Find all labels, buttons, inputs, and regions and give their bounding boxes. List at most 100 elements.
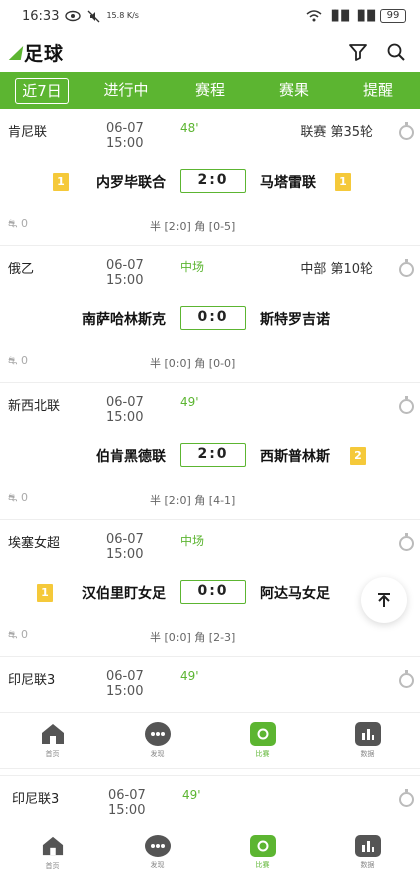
away-team: 马塔雷联 <box>260 175 316 191</box>
nav-match[interactable]: 比赛 <box>210 713 315 768</box>
nav-home[interactable]: 首页 <box>0 832 105 872</box>
match-card[interactable]: 肯尼联 06-07 15:00 48' 联赛 第35轮 1 内罗毕联合 2:0 马… <box>0 109 420 246</box>
score-box: 2:0 <box>180 443 246 467</box>
home-team: 内罗毕联合 <box>96 175 166 191</box>
match-time: 15:00 <box>108 803 146 818</box>
home-team: 南萨哈林斯克 <box>82 312 166 328</box>
league-name: 肯尼联 <box>8 125 48 140</box>
nav-label: 发现 <box>150 860 165 869</box>
match-datetime: 06-07 15:00 <box>106 395 144 425</box>
tab-bar: 近7日 进行中 赛程 赛果 提醒 <box>0 72 420 109</box>
fans-icon: ⛐ <box>8 628 21 641</box>
yellow-card-home: 1 <box>53 173 69 191</box>
home-team: 汉伯里盯女足 <box>82 586 166 602</box>
score-box: 2:0 <box>180 169 246 193</box>
scroll-to-top-button[interactable] <box>361 577 407 623</box>
nav-label: 数据 <box>360 750 375 758</box>
match-time: 15:00 <box>106 547 144 562</box>
tab-in-progress[interactable]: 进行中 <box>84 72 168 109</box>
league-name: 埃塞女超 <box>8 536 61 551</box>
away-team: 斯特罗吉诺 <box>260 312 330 328</box>
match-status: 中场 <box>180 534 205 548</box>
bottom-nav: 首页 发现 比赛 数据 <box>0 832 420 872</box>
fans-count: ⛐ 0 <box>8 354 28 369</box>
away-team: 阿达马女足 <box>260 586 330 602</box>
match-card[interactable]: 印尼联3 06-07 15:00 49' <box>0 775 420 832</box>
tab-schedule[interactable]: 赛程 <box>168 72 252 109</box>
chart-icon <box>354 722 381 746</box>
nav-data[interactable]: 数据 <box>315 832 420 872</box>
fans-count: ⛐ 0 <box>8 628 28 643</box>
reminder-clock-icon[interactable] <box>399 396 414 414</box>
reminder-clock-icon[interactable] <box>399 122 414 140</box>
match-status: 48' <box>180 121 199 135</box>
match-time: 15:00 <box>106 273 144 288</box>
fans-count: ⛐ 0 <box>8 217 28 232</box>
reminder-clock-icon[interactable] <box>399 789 414 807</box>
match-datetime: 06-07 15:00 <box>106 532 144 562</box>
tab-recent-7-days[interactable]: 近7日 <box>0 72 84 109</box>
match-time: 15:00 <box>106 684 144 699</box>
match-icon <box>249 834 276 857</box>
match-time: 15:00 <box>106 410 144 425</box>
match-card[interactable]: 新西北联 06-07 15:00 49' 伯肯黑德联 2:0 西斯普林斯 2 ⛐ … <box>0 383 420 520</box>
home-team: 伯肯黑德联 <box>96 449 166 465</box>
match-card[interactable]: 印尼联3 06-07 15:00 49' <box>0 657 420 713</box>
match-status: 49' <box>180 395 199 409</box>
league-name: 新西北联 <box>8 399 61 414</box>
fans-number: 0 <box>21 491 28 504</box>
bottom-nav: 首页 发现 比赛 数据 <box>0 713 420 769</box>
tab-label: 提醒 <box>362 81 393 99</box>
match-icon <box>249 722 276 746</box>
half-corner-stats: 半 [2:0] 角 [4-1] <box>150 494 236 507</box>
match-card[interactable]: 埃塞女超 06-07 15:00 中场 1 汉伯里盯女足 0:0 阿达马女足 ⛐ … <box>0 520 420 657</box>
nav-label: 比赛 <box>255 750 270 758</box>
score-box: 0:0 <box>180 306 246 330</box>
nav-label: 首页 <box>45 750 60 758</box>
nav-match[interactable]: 比赛 <box>210 832 315 872</box>
chart-icon <box>354 834 381 857</box>
match-datetime: 06-07 15:00 <box>106 121 144 151</box>
reminder-clock-icon[interactable] <box>399 259 414 277</box>
logo-icon <box>8 42 22 62</box>
chat-icon <box>144 722 171 746</box>
half-corner-stats: 半 [2:0] 角 [0-5] <box>150 220 236 233</box>
tab-label: 赛程 <box>194 81 225 99</box>
search-icon[interactable] <box>384 40 408 64</box>
nav-discover[interactable]: 发现 <box>105 713 210 768</box>
tab-label: 进行中 <box>103 81 149 99</box>
reminder-clock-icon[interactable] <box>399 533 414 551</box>
nav-data[interactable]: 数据 <box>315 713 420 768</box>
match-time: 15:00 <box>106 136 144 151</box>
signal-icon-2: ▐▌█ <box>353 10 375 22</box>
filter-icon[interactable] <box>346 40 370 64</box>
tab-results[interactable]: 赛果 <box>252 72 336 109</box>
nav-label: 比赛 <box>255 860 270 869</box>
reminder-clock-icon[interactable] <box>399 670 414 688</box>
match-status: 49' <box>180 669 199 683</box>
match-date: 06-07 <box>106 258 144 273</box>
fans-number: 0 <box>21 354 28 367</box>
fans-number: 0 <box>21 217 28 230</box>
app-header: 足球 <box>0 32 420 72</box>
yellow-card-home: 1 <box>37 584 53 602</box>
match-date: 06-07 <box>106 121 144 136</box>
nav-label: 数据 <box>360 860 375 869</box>
tab-reminders[interactable]: 提醒 <box>336 72 420 109</box>
wifi-icon <box>306 10 322 22</box>
chat-icon <box>144 834 171 857</box>
half-corner-stats: 半 [0:0] 角 [0-0] <box>150 357 236 370</box>
tab-label: 近7日 <box>15 78 69 104</box>
fans-icon: ⛐ <box>8 217 21 230</box>
nav-discover[interactable]: 发现 <box>105 832 210 872</box>
match-card[interactable]: 俄乙 06-07 15:00 中场 中部 第10轮 南萨哈林斯克 0:0 斯特罗吉… <box>0 246 420 383</box>
yellow-card-away: 2 <box>350 447 366 465</box>
home-icon <box>40 722 66 746</box>
fans-icon: ⛐ <box>8 491 21 504</box>
match-datetime: 06-07 15:00 <box>108 788 146 818</box>
match-datetime: 06-07 15:00 <box>106 669 144 699</box>
nav-home[interactable]: 首页 <box>0 713 105 768</box>
match-round: 中部 第10轮 <box>300 262 373 277</box>
score-box: 0:0 <box>180 580 246 604</box>
status-bar: 16:33 15.8 K/s ▐▌█ ▐▌█ 99 <box>0 0 420 32</box>
